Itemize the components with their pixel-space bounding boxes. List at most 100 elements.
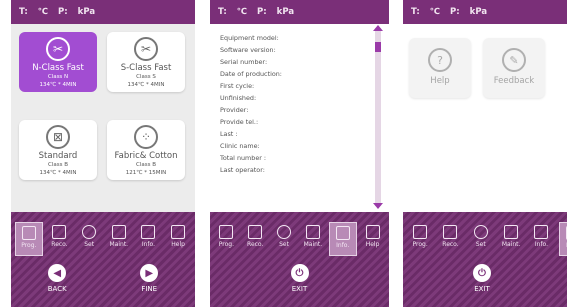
pressure-unit: kPa <box>77 7 96 17</box>
fine-button[interactable]: ▶ FINE <box>140 264 159 293</box>
id-card-icon <box>335 226 350 240</box>
program-card-n-class-fast[interactable]: ✂ N-Class Fast Class N 134℃ * 4MIN <box>19 32 97 92</box>
play-icon: ▶ <box>140 264 159 282</box>
book-icon <box>504 225 519 239</box>
tab-maint[interactable]: Maint. <box>498 222 524 256</box>
info-line: Last operator: <box>220 166 265 174</box>
gear-icon <box>82 225 97 239</box>
info-line: Total number : <box>220 154 267 162</box>
grid-icon <box>219 225 234 239</box>
program-card-fabric-cotton[interactable]: ⁘ Fabric& Cotton Class B 121℃ * 15MIN <box>107 120 185 180</box>
chat-icon <box>365 225 380 239</box>
back-button[interactable]: ◀ BACK <box>48 264 67 293</box>
program-spec: 134℃ * 4MIN <box>39 82 77 88</box>
tab-help[interactable]: Help <box>360 222 386 256</box>
program-spec: 121℃ * 15MIN <box>125 170 167 176</box>
tab-help[interactable]: Help <box>558 222 567 256</box>
info-line: Software version: <box>220 46 276 54</box>
tab-maint[interactable]: Maint. <box>300 222 326 256</box>
program-spec: 134℃ * 4MIN <box>127 82 165 88</box>
scroll-thumb[interactable] <box>375 42 381 52</box>
exit-icon: ⏻ <box>473 264 491 282</box>
program-name: Fabric& Cotton <box>114 151 178 161</box>
scissors-icon: ✂ <box>46 37 70 61</box>
program-name: Standard <box>38 151 78 161</box>
back-arrow-icon: ◀ <box>48 264 67 282</box>
list-icon <box>443 225 458 239</box>
help-panel: ? Help ✎ Feedback <box>403 24 567 212</box>
gear-icon <box>277 225 292 239</box>
package-icon: ⊠ <box>46 125 70 149</box>
pressure-label: P: <box>58 7 68 17</box>
tab-reco[interactable]: Reco. <box>242 222 268 256</box>
info-line: Provide tel.: <box>220 118 259 126</box>
program-card-s-class-fast[interactable]: ✂ S-Class Fast Class S 134℃ * 4MIN <box>107 32 185 92</box>
program-class: Class B <box>48 162 68 168</box>
info-list: Equipment model: Software version: Seria… <box>210 24 389 176</box>
exit-button[interactable]: ⏻ EXIT <box>290 264 309 293</box>
program-screen: T: ℃ P: kPa ✂ N-Class Fast Class N 134℃ … <box>11 0 195 307</box>
info-line: Unfinished: <box>220 94 257 102</box>
info-line: Last : <box>220 130 238 138</box>
info-line: Serial number: <box>220 58 268 66</box>
grid-icon <box>413 225 428 239</box>
status-bar: T: ℃ P: kPa <box>11 0 195 24</box>
info-line: Provider: <box>220 106 249 114</box>
tab-info[interactable]: Info. <box>528 222 554 256</box>
program-name: S-Class Fast <box>120 63 172 73</box>
book-icon <box>305 225 320 239</box>
help-tile[interactable]: ? Help <box>409 38 471 98</box>
tab-info[interactable]: Info. <box>328 222 357 256</box>
tab-reco[interactable]: Reco. <box>437 222 463 256</box>
list-icon <box>52 225 67 239</box>
exit-button[interactable]: ⏻ EXIT <box>473 264 491 293</box>
fabric-icon: ⁘ <box>134 125 158 149</box>
program-grid: ✂ N-Class Fast Class N 134℃ * 4MIN ✂ S-C… <box>11 24 195 212</box>
tab-info[interactable]: Info. <box>135 222 161 256</box>
scissors-icon: ✂ <box>134 37 158 61</box>
gear-icon <box>473 225 488 239</box>
temp-unit: ℃ <box>37 7 49 17</box>
bottom-nav: Prog. Reco. Set Maint. Info. Help ⏻EXIT <box>210 212 389 307</box>
info-screen: T: ℃ P: kPa Equipment model: Software ve… <box>210 0 389 307</box>
tab-set[interactable]: Set <box>76 222 102 256</box>
scroll-up-icon[interactable] <box>373 25 383 31</box>
feedback-tile[interactable]: ✎ Feedback <box>483 38 545 98</box>
program-class: Class B <box>136 162 156 168</box>
temp-label: T: <box>19 7 28 17</box>
exit-icon: ⏻ <box>290 264 309 282</box>
tab-prog[interactable]: Prog. <box>407 222 433 256</box>
tab-reco[interactable]: Reco. <box>46 222 72 256</box>
feedback-icon: ✎ <box>502 48 526 72</box>
status-bar: T: ℃ P: kPa <box>403 0 567 24</box>
program-spec: 134℃ * 4MIN <box>39 170 77 176</box>
id-card-icon <box>534 225 549 239</box>
program-card-standard[interactable]: ⊠ Standard Class B 134℃ * 4MIN <box>19 120 97 180</box>
book-icon <box>111 225 126 239</box>
chat-icon <box>171 225 186 239</box>
info-line: Equipment model: <box>220 34 279 42</box>
scroll-down-icon[interactable] <box>373 203 383 209</box>
info-line: Clinic name: <box>220 142 260 150</box>
id-card-icon <box>141 225 156 239</box>
tab-set[interactable]: Set <box>468 222 494 256</box>
tab-set[interactable]: Set <box>271 222 297 256</box>
info-line: First cycle: <box>220 82 255 90</box>
program-name: N-Class Fast <box>32 63 84 73</box>
tab-prog[interactable]: Prog. <box>213 222 239 256</box>
program-class: Class S <box>136 74 156 80</box>
list-icon <box>248 225 263 239</box>
tab-maint[interactable]: Maint. <box>106 222 132 256</box>
program-class: Class N <box>47 74 69 80</box>
status-bar: T: ℃ P: kPa <box>210 0 389 24</box>
bottom-nav: Prog. Reco. Set Maint. Info. Help ◀ BACK … <box>11 212 195 307</box>
help-screen: T: ℃ P: kPa ? Help ✎ Feedback Prog. Reco… <box>403 0 567 307</box>
tab-prog[interactable]: Prog. <box>14 222 43 256</box>
tab-help[interactable]: Help <box>165 222 191 256</box>
grid-icon <box>21 226 36 240</box>
info-panel: Equipment model: Software version: Seria… <box>210 24 389 212</box>
scrollbar[interactable] <box>373 25 383 209</box>
question-icon: ? <box>428 48 452 72</box>
info-line: Date of production: <box>220 70 282 78</box>
bottom-nav: Prog. Reco. Set Maint. Info. Help ⏻EXIT <box>403 212 567 307</box>
